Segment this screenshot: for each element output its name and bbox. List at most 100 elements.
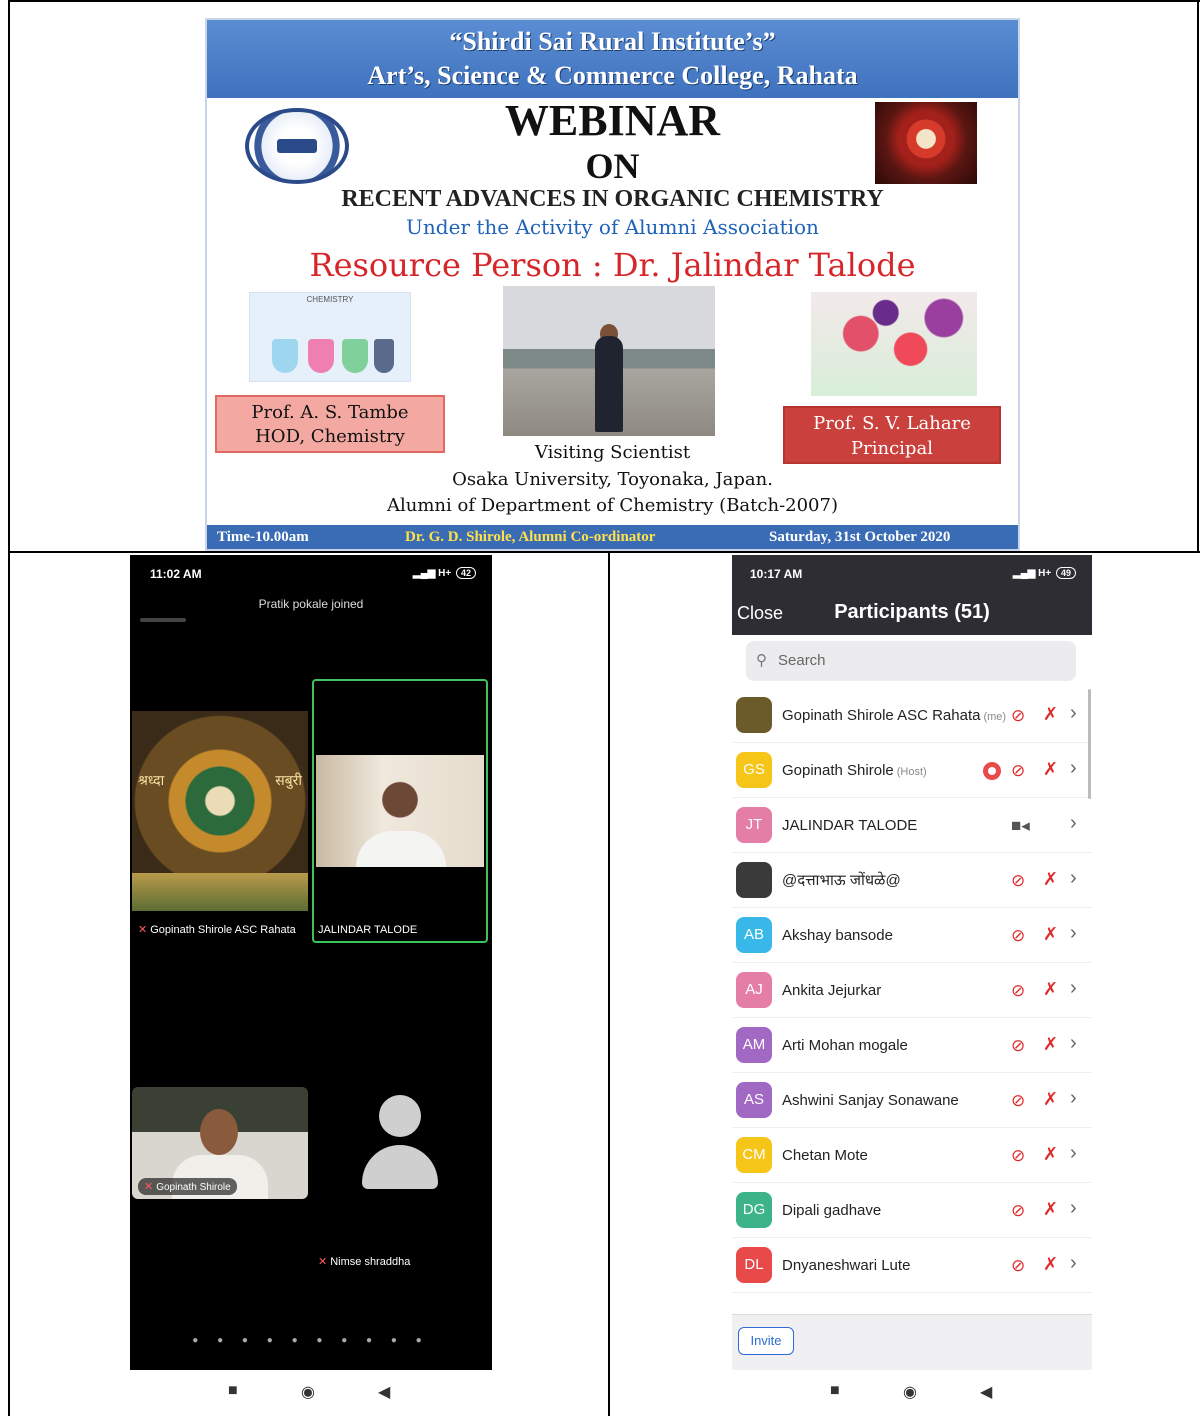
mic-muted-icon: ✗ [1043,1254,1059,1274]
recording-icon [983,762,1001,780]
avatar: AB [736,917,772,953]
participant-row[interactable]: DG Dipali gadhave ⊘ ✗ › [732,1183,1092,1238]
participant-row[interactable]: DL Dnyaneshwari Lute ⊘ ✗ › [732,1238,1092,1293]
video-off-icon: ⊘ [1011,1036,1026,1055]
status-indicators: ▂▄▆ H+ 42 [413,567,476,579]
mic-muted-icon: ✗ [1043,1199,1059,1219]
mic-muted-icon: ✗ [1043,979,1059,999]
search-icon: ⚲ [756,652,767,669]
recents-button[interactable]: ■ [228,1382,238,1400]
signal-icon: ▂▄▆ [412,568,439,579]
principal-name: Prof. S. V. Lahare [813,413,971,434]
chemistry-illustration: CHEMISTRY [249,292,411,382]
android-nav-bar: ■ ◉ ◀ [732,1370,1092,1416]
participant-role-tag: (me) [983,711,1007,723]
chevron-right-icon[interactable]: › [1070,1197,1077,1220]
close-button[interactable]: Close [737,603,783,624]
participant-row[interactable]: AS Ashwini Sanjay Sonawane ⊘ ✗ › [732,1073,1092,1128]
avatar [736,862,772,898]
table-border-right [1197,0,1199,552]
participant-name: Chetan Mote [782,1128,868,1183]
mic-muted-icon: ✕ [144,1181,154,1193]
tile-label-nimse: ✕ Nimse shraddha [318,1255,410,1268]
video-off-icon: ⊘ [1011,926,1026,945]
search-input[interactable]: ⚲ Search [746,641,1076,681]
participant-name: JALINDAR TALODE [782,798,917,853]
participant-name: Arti Mohan mogale [782,1018,908,1073]
participant-row[interactable]: @दत्ताभाऊ जोंधळे@ ⊘ ✗ › [732,853,1092,908]
video-tile-gopinath[interactable]: ✕ Gopinath Shirole [132,1087,308,1199]
mic-muted-icon: ✗ [1043,1034,1059,1054]
chevron-right-icon[interactable]: › [1070,922,1077,945]
participant-row[interactable]: AM Arti Mohan mogale ⊘ ✗ › [732,1018,1092,1073]
video-off-icon: ⊘ [1011,1201,1026,1220]
flowers-image [811,292,977,396]
chevron-right-icon[interactable]: › [1070,867,1077,890]
chevron-right-icon[interactable]: › [1070,757,1077,780]
avatar: JT [736,807,772,843]
battery-level: 49 [1060,568,1071,578]
participant-name: Dipali gadhave [782,1183,881,1238]
video-tile-nimse-avatar[interactable] [362,1095,438,1191]
back-button[interactable]: ◀ [980,1382,992,1402]
participants-header: 10:17 AM ▂▄▆ H+ 49 Participants (51) Clo… [732,555,1092,635]
home-button[interactable]: ◉ [301,1382,315,1402]
footer-time: Time-10.00am [217,529,309,545]
avatar: AJ [736,972,772,1008]
participant-role-tag: (Host) [896,766,927,778]
hod-name: Prof. A. S. Tambe [251,402,409,423]
home-button[interactable]: ◉ [903,1382,917,1402]
participant-name-text: Ashwini Sanjay Sonawane [782,1092,959,1109]
recents-button[interactable]: ■ [830,1382,840,1400]
participant-row[interactable]: Gopinath Shirole ASC Rahata (me) ⊘ ✗ › [732,688,1092,743]
page-indicator-dots[interactable]: ● ● ● ● ● ● ● ● ● ● [130,1335,492,1346]
visiting-scientist: Visiting Scientist [534,442,691,463]
resource-person: Resource Person : Dr. Jalindar Talode [309,246,916,284]
avatar: AS [736,1082,772,1118]
search-placeholder: Search [778,652,826,669]
screenshot-page: “Shirdi Sai Rural Institute’s” Art’s, Sc… [0,0,1200,1416]
speaker-video-feed [316,755,484,867]
video-off-icon: ⊘ [1011,981,1026,1000]
status-time: 10:17 AM [750,567,803,581]
participant-name-text: Akshay bansode [782,927,893,944]
tile-label-gopinath: ✕ Gopinath Shirole [138,1178,237,1195]
battery-level: 42 [460,568,471,578]
chevron-right-icon[interactable]: › [1070,702,1077,725]
video-tile-gopinath-asc[interactable]: श्रध्दा सबुरी [132,711,308,911]
chevron-right-icon[interactable]: › [1070,977,1077,1000]
list-scrollbar[interactable] [1088,689,1091,799]
participant-row[interactable]: AJ Ankita Jejurkar ⊘ ✗ › [732,963,1092,1018]
mic-on-icon: 🎙 [1043,814,1092,835]
chevron-right-icon[interactable]: › [1070,812,1077,835]
participant-name-text: Gopinath Shirole ASC Rahata [782,707,981,724]
mic-muted-icon: ✕ [138,924,148,936]
participants-screen: 10:17 AM ▂▄▆ H+ 49 Participants (51) Clo… [732,555,1092,1416]
chevron-right-icon[interactable]: › [1070,1087,1077,1110]
status-indicators: ▂▄▆ H+ 49 [1013,567,1076,579]
invite-button[interactable]: Invite [738,1327,794,1355]
android-nav-bar: ■ ◉ ◀ [130,1370,492,1416]
chevron-right-icon[interactable]: › [1070,1142,1077,1165]
participant-row[interactable]: GS Gopinath Shirole (Host) ⊘ ✗ › [732,743,1092,798]
speaker-shirt [356,831,446,867]
flask-shape [308,339,334,373]
mic-muted-icon: ✗ [1043,924,1059,944]
participant-row[interactable]: JT JALINDAR TALODE ■◂ 🎙› [732,798,1092,853]
table-border-left [8,0,10,1416]
shrine-word-left: श्रध्दा [138,772,165,788]
video-off-icon: ⊘ [1011,761,1026,780]
participant-row[interactable]: AB Akshay bansode ⊘ ✗ › [732,908,1092,963]
avatar-head-icon [379,1095,421,1137]
chevron-right-icon[interactable]: › [1070,1032,1077,1055]
on-heading: ON [585,146,640,186]
back-button[interactable]: ◀ [378,1382,390,1402]
drag-handle[interactable] [140,618,186,622]
video-tile-jalindar-active[interactable]: JALINDAR TALODE [312,679,488,943]
chevron-right-icon[interactable]: › [1070,1252,1077,1275]
network-type: H+ [1038,568,1052,579]
participant-row[interactable]: CM Chetan Mote ⊘ ✗ › [732,1128,1092,1183]
mic-muted-icon: ✗ [1043,1089,1059,1109]
signal-icon: ▂▄▆ [1012,568,1039,579]
battery-icon: 42 [455,567,476,579]
